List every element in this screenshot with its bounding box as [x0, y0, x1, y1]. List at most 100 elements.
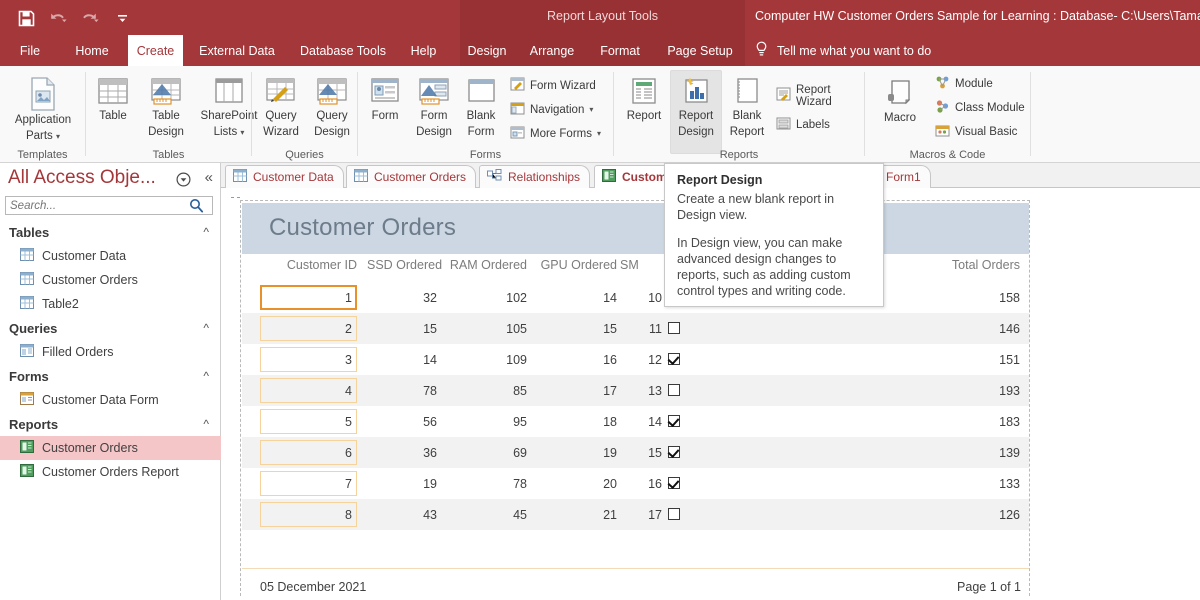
cell-checkbox[interactable]	[668, 415, 680, 427]
cell-total-orders[interactable]: 133	[842, 468, 1020, 499]
column-header-gpu-ordered[interactable]: GPU Ordered	[537, 258, 617, 272]
chevron-up-icon[interactable]: ^	[203, 321, 209, 335]
cell-gpu[interactable]: 21	[537, 499, 617, 530]
nav-item-customer-data-form[interactable]: Customer Data Form	[0, 388, 221, 412]
cell-checkbox[interactable]	[668, 353, 680, 365]
cell-ram[interactable]: 109	[447, 344, 527, 375]
nav-group-queries[interactable]: Queries ^	[0, 316, 221, 340]
cell-smps[interactable]: 12	[627, 344, 662, 375]
module-button[interactable]: Module	[931, 73, 997, 95]
tab-page-setup[interactable]: Page Setup	[657, 35, 743, 66]
cell-ram[interactable]: 85	[447, 375, 527, 406]
nav-item-customer-data[interactable]: Customer Data	[0, 244, 221, 268]
cell-smps[interactable]: 13	[627, 375, 662, 406]
table-row[interactable]: 5 56 95 18 14 183	[242, 406, 1029, 437]
cell-smps[interactable]: 16	[627, 468, 662, 499]
cell-checkbox[interactable]	[668, 508, 680, 520]
cell-smps[interactable]: 11	[627, 313, 662, 344]
tab-external-data[interactable]: External Data	[189, 35, 285, 66]
cell-ssd[interactable]: 32	[367, 282, 437, 313]
nav-group-tables[interactable]: Tables ^	[0, 220, 221, 244]
cell-customer-id[interactable]: 2	[260, 313, 352, 344]
form-design-button[interactable]: Form Design	[410, 72, 458, 139]
nav-item-filled-orders[interactable]: Filled Orders	[0, 340, 221, 364]
cell-gpu[interactable]: 15	[537, 313, 617, 344]
cell-total-orders[interactable]: 151	[842, 344, 1020, 375]
report-title[interactable]: Customer Orders	[269, 214, 456, 242]
macro-button[interactable]: Macro	[871, 74, 929, 126]
search-input[interactable]	[6, 197, 184, 214]
class-module-button[interactable]: Class Module	[931, 97, 1029, 119]
table-row[interactable]: 7 19 78 20 16 133	[242, 468, 1029, 499]
cell-checkbox[interactable]	[668, 446, 680, 458]
cell-ssd[interactable]: 36	[367, 437, 437, 468]
cell-ssd[interactable]: 56	[367, 406, 437, 437]
cell-customer-id[interactable]: 1	[260, 282, 352, 313]
table-row[interactable]: 3 14 109 16 12 151	[242, 344, 1029, 375]
cell-ram[interactable]: 95	[447, 406, 527, 437]
labels-button[interactable]: Labels	[772, 114, 834, 136]
chevron-up-icon[interactable]: ^	[203, 225, 209, 239]
cell-customer-id[interactable]: 8	[260, 499, 352, 530]
cell-ram[interactable]: 69	[447, 437, 527, 468]
cell-ssd[interactable]: 78	[367, 375, 437, 406]
cell-total-orders[interactable]: 139	[842, 437, 1020, 468]
table-row[interactable]: 4 78 85 17 13 193	[242, 375, 1029, 406]
cell-checkbox[interactable]	[668, 477, 680, 489]
cell-smps[interactable]: 10	[627, 282, 662, 313]
cell-gpu[interactable]: 16	[537, 344, 617, 375]
navigation-pane-menu-icon[interactable]	[176, 172, 191, 192]
cell-smps[interactable]: 15	[627, 437, 662, 468]
cell-ssd[interactable]: 19	[367, 468, 437, 499]
customize-qat-icon[interactable]	[112, 8, 133, 29]
report-design-button[interactable]: Report Design	[670, 70, 722, 154]
nav-item-customer-orders-report[interactable]: Customer Orders Report	[0, 460, 221, 484]
cell-ram[interactable]: 105	[447, 313, 527, 344]
table-row[interactable]: 6 36 69 19 15 139	[242, 437, 1029, 468]
nav-item-customer-orders-report-selected[interactable]: Customer Orders	[0, 436, 221, 460]
cell-gpu[interactable]: 14	[537, 282, 617, 313]
cell-smps[interactable]: 17	[627, 499, 662, 530]
more-forms-button[interactable]: More Forms ▾	[506, 123, 605, 145]
cell-customer-id[interactable]: 6	[260, 437, 352, 468]
report-footer-page[interactable]: Page 1 of 1	[957, 580, 1021, 594]
cell-checkbox[interactable]	[668, 322, 680, 334]
cell-customer-id[interactable]: 4	[260, 375, 352, 406]
tab-arrange[interactable]: Arrange	[521, 35, 583, 66]
cell-ssd[interactable]: 15	[367, 313, 437, 344]
query-wizard-button[interactable]: Query Wizard	[256, 72, 306, 139]
column-header-ssd-ordered[interactable]: SSD Ordered	[367, 258, 437, 272]
doc-tab-relationships[interactable]: Relationships	[479, 165, 590, 188]
form-button[interactable]: Form	[362, 72, 408, 124]
cell-customer-id[interactable]: 7	[260, 468, 352, 499]
table-row[interactable]: 8 43 45 21 17 126	[242, 499, 1029, 530]
cell-ssd[interactable]: 14	[367, 344, 437, 375]
cell-checkbox[interactable]	[668, 384, 680, 396]
cell-ssd[interactable]: 43	[367, 499, 437, 530]
table-row[interactable]: 2 15 105 15 11 146	[242, 313, 1029, 344]
cell-total-orders[interactable]: 126	[842, 499, 1020, 530]
form-wizard-button[interactable]: Form Wizard	[506, 75, 600, 97]
redo-icon[interactable]	[80, 8, 101, 29]
cell-smps[interactable]: 14	[627, 406, 662, 437]
column-header-ram-ordered[interactable]: RAM Ordered	[447, 258, 527, 272]
report-button[interactable]: Report	[620, 72, 668, 124]
tab-file[interactable]: File	[8, 35, 52, 66]
cell-ram[interactable]: 102	[447, 282, 527, 313]
column-header-customer-id[interactable]: Customer ID	[260, 258, 357, 272]
cell-total-orders[interactable]: 193	[842, 375, 1020, 406]
cell-gpu[interactable]: 18	[537, 406, 617, 437]
cell-ram[interactable]: 45	[447, 499, 527, 530]
tab-create[interactable]: Create	[128, 35, 183, 66]
application-parts-button[interactable]: Application Parts ▾	[6, 72, 80, 143]
report-wizard-button[interactable]: Report Wizard	[772, 82, 864, 110]
search-icon[interactable]	[184, 198, 208, 213]
cell-gpu[interactable]: 17	[537, 375, 617, 406]
doc-tab-customer-orders[interactable]: Customer Orders	[346, 165, 476, 188]
cell-customer-id[interactable]: 5	[260, 406, 352, 437]
nav-group-forms[interactable]: Forms ^	[0, 364, 221, 388]
tab-database-tools[interactable]: Database Tools	[289, 35, 397, 66]
table-design-button[interactable]: Table Design	[138, 72, 194, 139]
nav-item-table2[interactable]: Table2	[0, 292, 221, 316]
cell-gpu[interactable]: 20	[537, 468, 617, 499]
